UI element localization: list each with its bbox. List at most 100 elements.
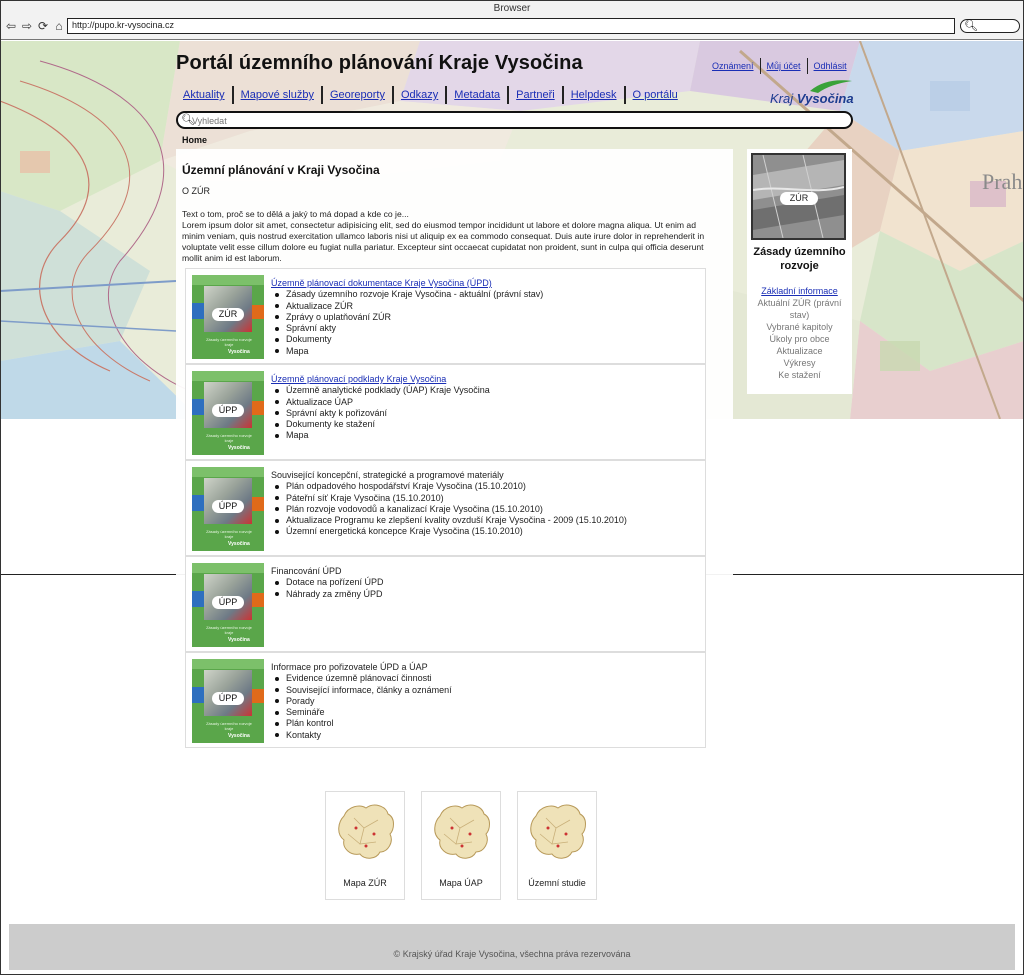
list-item[interactable]: Aktualizace ÚAP — [275, 397, 490, 408]
section-heading: Informace pro pořizovatele ÚPD a ÚAP — [271, 662, 428, 672]
list-item[interactable]: Dokumenty ke stažení — [275, 419, 490, 430]
reload-icon[interactable]: ⟳ — [36, 19, 50, 33]
list-item[interactable]: Evidence územně plánovací činnosti — [275, 673, 452, 684]
page-title: Územní plánování v Kraji Vysočina — [182, 163, 380, 177]
list-item[interactable]: Plán kontrol — [275, 718, 452, 729]
address-bar[interactable]: http://pupo.kr-vysocina.cz — [67, 18, 955, 34]
section-financing: ÚPP Zásady územního rozvoje kraje Vysoči… — [185, 556, 706, 652]
site-title: Portál územního plánování Kraje Vysočina — [176, 52, 583, 74]
notices-link[interactable]: Oznámení — [706, 61, 760, 71]
list-item[interactable]: Zásady územního rozvoje Kraje Vysočina -… — [275, 289, 543, 300]
section-list: Dotace na pořízení ÚPD Náhrady za změny … — [275, 577, 384, 600]
section-list: Plán odpadového hospodářství Kraje Vysoč… — [275, 481, 627, 537]
section-info-for-procurers: ÚPP Zásady územního rozvoje kraje Vysoči… — [185, 652, 706, 748]
section-thumbnail[interactable]: ÚPP Zásady územního rozvoje kraje Vysoči… — [192, 371, 264, 455]
logo-text: Kraj Vysočina — [770, 91, 854, 106]
section-thumbnail[interactable]: ZÚR Zásady územního rozvoje kraje Vysoči… — [192, 275, 264, 359]
list-item[interactable]: Porady — [275, 696, 452, 707]
main-nav: Aktuality Mapové služby Georeporty Odkaz… — [176, 86, 685, 104]
svg-text:Prah: Prah — [982, 169, 1022, 194]
nav-item-partners[interactable]: Partneři — [509, 89, 562, 101]
list-item[interactable]: Plán odpadového hospodářství Kraje Vysoč… — [275, 481, 627, 492]
sidebar-item-basic-info[interactable]: Základní informace — [747, 285, 852, 297]
sidebar-item-current-zur[interactable]: Aktuální ZÚR (právní stav) — [747, 297, 852, 321]
sidebar-item-downloads[interactable]: Ke stažení — [747, 369, 852, 381]
list-item[interactable]: Správní akty k pořizování — [275, 408, 490, 419]
section-strategic-materials: ÚPP Zásady územního rozvoje kraje Vysoči… — [185, 460, 706, 556]
list-item[interactable]: Plán rozvoje vodovodů a kanalizací Kraje… — [275, 504, 627, 515]
browser-title: Browser — [493, 3, 531, 14]
forward-icon[interactable]: ⇨ — [20, 19, 34, 33]
site-search: 🔍︎ — [176, 111, 853, 129]
list-item[interactable]: Páteřní síť Kraje Vysočina (15.10.2010) — [275, 493, 627, 504]
map-uap-card[interactable]: Mapa ÚAP — [421, 791, 501, 900]
nav-item-about[interactable]: O portálu — [626, 89, 685, 101]
list-item[interactable]: Správní akty — [275, 323, 543, 334]
browser-chrome: Browser ⇦ ⇨ ⟳ ⌂ http://pupo.kr-vysocina.… — [0, 0, 1024, 40]
region-map-icon — [434, 804, 490, 859]
map-zur-card[interactable]: Mapa ZÚR — [325, 791, 405, 900]
list-item[interactable]: Aktualizace Programu ke zlepšení kvality… — [275, 515, 627, 526]
section-thumbnail[interactable]: ÚPP Zásady územního rozvoje kraje Vysoči… — [192, 467, 264, 551]
nav-item-links[interactable]: Odkazy — [394, 89, 445, 101]
search-icon: 🔍︎ — [964, 20, 978, 32]
map-card-label: Mapa ÚAP — [439, 878, 483, 888]
list-item[interactable]: Náhrady za změny ÚPD — [275, 589, 384, 600]
sidebar-item-updates[interactable]: Aktualizace — [747, 345, 852, 357]
section-thumbnail[interactable]: ÚPP Zásady územního rozvoje kraje Vysoči… — [192, 659, 264, 743]
region-map-icon — [530, 804, 586, 859]
browser-search[interactable]: 🔍︎ — [960, 19, 1020, 33]
section-thumbnail[interactable]: ÚPP Zásady územního rozvoje kraje Vysoči… — [192, 563, 264, 647]
list-item[interactable]: Kontakty — [275, 730, 452, 741]
search-input[interactable] — [192, 114, 832, 127]
nav-item-georeports[interactable]: Georeporty — [323, 89, 392, 101]
list-item[interactable]: Mapa — [275, 430, 490, 441]
section-heading: Financování ÚPD — [271, 566, 342, 576]
sidebar-zur: ZÚR Zásady územního rozvoje Základní inf… — [747, 149, 852, 394]
list-item[interactable]: Územně analytické podklady (ÚAP) Kraje V… — [275, 385, 490, 396]
footer: © Krajský úřad Kraje Vysočina, všechna p… — [9, 924, 1015, 970]
page-subtitle: O ZÚR — [182, 186, 210, 196]
map-card-label: Mapa ZÚR — [343, 878, 387, 888]
sidebar-item-tasks[interactable]: Úkoly pro obce — [747, 333, 852, 345]
my-account-link[interactable]: Můj účet — [761, 61, 807, 71]
list-item[interactable]: Mapa — [275, 346, 543, 357]
region-map-icon — [338, 804, 394, 859]
nav-item-metadata[interactable]: Metadata — [447, 89, 507, 101]
section-upd: ZÚR Zásady územního rozvoje kraje Vysoči… — [185, 268, 706, 364]
copyright-icon: © — [393, 949, 401, 959]
list-item[interactable]: Dokumenty — [275, 334, 543, 345]
list-item[interactable]: Semináře — [275, 707, 452, 718]
list-item[interactable]: Zprávy o uplatňování ZÚR — [275, 312, 543, 323]
section-heading: Související koncepční, strategické a pro… — [271, 470, 504, 480]
list-item[interactable]: Územní energetická koncepce Kraje Vysoči… — [275, 526, 627, 537]
logout-link[interactable]: Odhlásit — [808, 61, 853, 71]
browser-nav: ⇦ ⇨ ⟳ ⌂ — [4, 19, 66, 33]
nav-item-news[interactable]: Aktuality — [176, 89, 232, 101]
section-heading-link[interactable]: Územně plánovací dokumentace Kraje Vysoč… — [271, 278, 492, 288]
sidebar-links: Základní informace Aktuální ZÚR (právní … — [747, 285, 852, 381]
section-list: Územně analytické podklady (ÚAP) Kraje V… — [275, 385, 490, 441]
sidebar-title: Zásady územního rozvoje — [753, 246, 846, 272]
sidebar-item-chapters[interactable]: Vybrané kapitoly — [747, 321, 852, 333]
sidebar-image[interactable]: ZÚR — [751, 153, 846, 240]
list-item[interactable]: Dotace na pořízení ÚPD — [275, 577, 384, 588]
back-icon[interactable]: ⇦ — [4, 19, 18, 33]
map-card-label: Územní studie — [528, 878, 586, 888]
section-upp: ÚPP Zásady územního rozvoje kraje Vysoči… — [185, 364, 706, 460]
kraj-vysocina-logo[interactable]: Kraj Vysočina — [770, 79, 854, 109]
top-links: Oznámení Můj účet Odhlásit — [706, 58, 853, 74]
nav-item-helpdesk[interactable]: Helpdesk — [564, 89, 624, 101]
section-list: Evidence územně plánovací činnosti Souvi… — [275, 673, 452, 741]
list-item[interactable]: Aktualizace ZÚR — [275, 301, 543, 312]
intro-text: Text o tom, proč se to dělá a jaký to má… — [182, 209, 705, 263]
nav-item-map-services[interactable]: Mapové služby — [234, 89, 321, 101]
footer-text: © Krajský úřad Kraje Vysočina, všechna p… — [393, 949, 631, 959]
home-icon[interactable]: ⌂ — [52, 19, 66, 33]
breadcrumb[interactable]: Home — [182, 135, 207, 145]
sidebar-item-drawings[interactable]: Výkresy — [747, 357, 852, 369]
section-heading-link[interactable]: Územně plánovací podklady Kraje Vysočina — [271, 374, 446, 384]
section-list: Zásady územního rozvoje Kraje Vysočina -… — [275, 289, 543, 357]
list-item[interactable]: Související informace, články a oznámení — [275, 685, 452, 696]
map-studies-card[interactable]: Územní studie — [517, 791, 597, 900]
